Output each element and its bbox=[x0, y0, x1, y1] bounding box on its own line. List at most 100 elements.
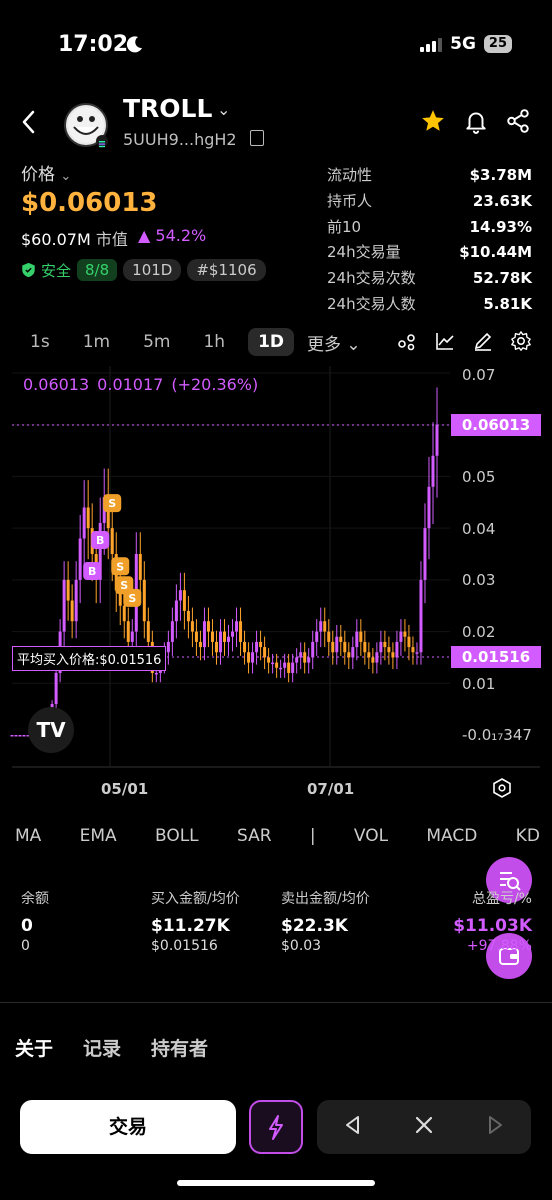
trade-button[interactable]: 交易 bbox=[20, 1100, 236, 1154]
stat-row: 流动性 $3.78M bbox=[327, 163, 532, 189]
back-button[interactable] bbox=[18, 108, 40, 136]
copy-icon[interactable] bbox=[250, 130, 264, 146]
candle-body bbox=[62, 579, 66, 632]
safe-score[interactable]: 8/8 bbox=[77, 259, 118, 281]
candle-body bbox=[307, 657, 311, 663]
gear-icon[interactable] bbox=[510, 330, 532, 352]
price-value: $0.06013 bbox=[21, 188, 158, 218]
candle-body bbox=[271, 662, 275, 665]
candle-body bbox=[291, 662, 295, 673]
candle-body bbox=[283, 662, 287, 668]
price-change: ▲ 54.2% bbox=[138, 226, 207, 245]
timeframe-1s[interactable]: 1s bbox=[20, 328, 60, 356]
candle-body bbox=[423, 528, 427, 580]
candle-body bbox=[178, 590, 182, 601]
stat-label: 流动性 bbox=[327, 166, 373, 184]
battery-icon: 25 bbox=[483, 35, 512, 53]
indicator-boll[interactable]: BOLL bbox=[155, 826, 199, 846]
chart-info: 0.06013 0.01017 (+20.36%) bbox=[23, 375, 259, 394]
indicator-bar: MA EMA BOLL SAR | VOL MACD KD bbox=[15, 826, 540, 846]
y-tick: 0.03 bbox=[462, 571, 496, 589]
avg-buy-label: 平均买入价格:$0.01516 bbox=[12, 646, 167, 671]
candle-body bbox=[351, 647, 355, 658]
indicator-ma[interactable]: MA bbox=[15, 826, 41, 846]
signal-icon bbox=[420, 36, 443, 52]
indicator-ema[interactable]: EMA bbox=[80, 826, 117, 846]
candle-body bbox=[243, 641, 247, 653]
sell-marker[interactable]: S bbox=[111, 557, 130, 576]
y-tick: 0.04 bbox=[462, 520, 496, 538]
candle-body bbox=[10, 735, 14, 737]
next-icon[interactable] bbox=[484, 1114, 506, 1140]
drawing-points-icon[interactable] bbox=[396, 330, 418, 352]
line-chart-icon[interactable] bbox=[434, 330, 456, 352]
candle-body bbox=[399, 631, 403, 642]
close-icon[interactable] bbox=[413, 1114, 435, 1140]
stat-value: 52.78K bbox=[472, 269, 532, 288]
indicator-sar[interactable]: SAR bbox=[237, 826, 272, 846]
stat-label: 24h交易量 bbox=[327, 243, 401, 262]
timeframe-1D[interactable]: 1D bbox=[248, 328, 295, 356]
candle-body bbox=[343, 641, 347, 653]
indicator-separator: | bbox=[309, 826, 316, 846]
safe-badge[interactable]: 安全 bbox=[21, 260, 71, 281]
candle-body bbox=[247, 652, 251, 663]
bell-icon[interactable] bbox=[463, 108, 489, 134]
candle-body bbox=[251, 652, 255, 663]
timeframe-1h[interactable]: 1h bbox=[193, 328, 235, 356]
candle-body bbox=[335, 636, 339, 653]
star-icon[interactable] bbox=[420, 108, 446, 134]
price-label[interactable]: 价格 ⌄ bbox=[21, 160, 71, 185]
token-address: 5UUH9...hgH2 bbox=[123, 130, 237, 149]
stat-row: 24h交易人数 5.81K bbox=[327, 292, 532, 318]
security-badges: 安全 8/8 101D #$1106 bbox=[21, 259, 266, 281]
timeframe-5m[interactable]: 5m bbox=[133, 328, 180, 356]
indicator-vol[interactable]: VOL bbox=[354, 826, 388, 846]
chevron-down-icon[interactable]: ⌄ bbox=[217, 100, 230, 119]
candle-body bbox=[315, 631, 319, 642]
more-timeframes[interactable]: 更多 ⌄ bbox=[307, 330, 361, 355]
y-tick: 0.02 bbox=[462, 623, 496, 641]
home-indicator bbox=[177, 1180, 375, 1186]
candle-body bbox=[231, 631, 235, 637]
avg-price-tag: 0.01516 bbox=[451, 646, 541, 668]
pen-icon[interactable] bbox=[472, 330, 494, 352]
flash-trade-button[interactable] bbox=[249, 1100, 303, 1154]
timeframe-1m[interactable]: 1m bbox=[73, 328, 120, 356]
tab-about[interactable]: 关于 bbox=[15, 1034, 53, 1061]
status-time: 17:02 bbox=[58, 32, 129, 57]
prev-icon[interactable] bbox=[342, 1114, 364, 1140]
candle-body bbox=[403, 631, 407, 637]
stat-value: $10.44M bbox=[459, 243, 532, 262]
stat-label: 24h交易人数 bbox=[327, 294, 416, 313]
network-label: 5G bbox=[450, 34, 476, 54]
candle-body bbox=[279, 667, 283, 670]
candle-body bbox=[383, 641, 387, 648]
x-tick: 05/01 bbox=[101, 780, 149, 798]
tradingview-logo[interactable]: TV bbox=[28, 707, 74, 753]
tab-holders[interactable]: 持有者 bbox=[151, 1034, 208, 1061]
hexagon-settings-icon[interactable] bbox=[492, 778, 512, 798]
tab-records[interactable]: 记录 bbox=[83, 1034, 121, 1061]
indicator-kd[interactable]: KD bbox=[516, 826, 540, 846]
candle-body bbox=[339, 636, 343, 642]
candle-body bbox=[255, 641, 259, 653]
stat-value: $3.78M bbox=[469, 166, 532, 184]
candle-body bbox=[190, 621, 194, 632]
candle-body bbox=[375, 652, 379, 663]
sell-marker[interactable]: S bbox=[103, 494, 122, 513]
buy-marker[interactable]: B bbox=[91, 530, 110, 549]
buy-marker[interactable]: B bbox=[83, 562, 102, 580]
stat-label: 持币人 bbox=[327, 191, 373, 210]
token-name[interactable]: TROLL bbox=[123, 94, 212, 123]
sell-marker[interactable]: S bbox=[123, 588, 142, 607]
indicator-macd[interactable]: MACD bbox=[426, 826, 477, 846]
svg-text:S: S bbox=[108, 497, 116, 510]
candle-body bbox=[182, 590, 186, 611]
share-icon[interactable] bbox=[505, 108, 531, 134]
market-cap: $60.07M 市值 bbox=[21, 230, 128, 249]
candle-body bbox=[194, 631, 198, 642]
stat-value: 5.81K bbox=[483, 294, 532, 313]
svg-text:B: B bbox=[88, 565, 96, 578]
candle-body bbox=[359, 631, 363, 642]
